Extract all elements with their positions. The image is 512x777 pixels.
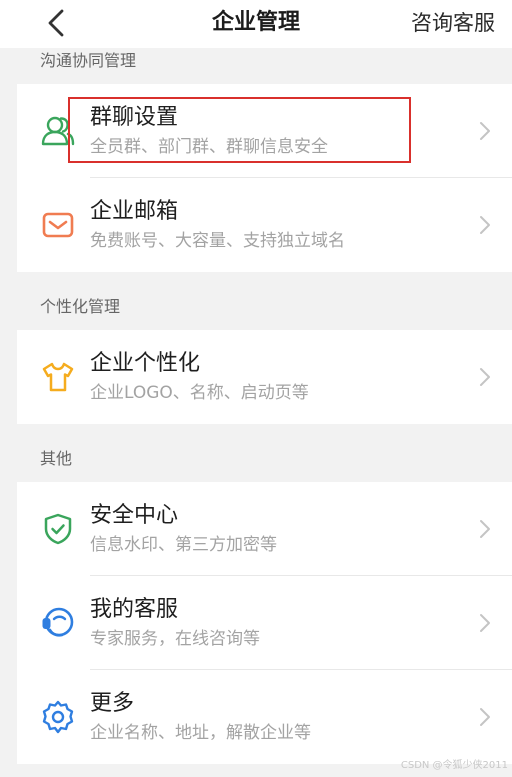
item-title: 安全中心	[90, 503, 179, 528]
list-item-enterprise-personalization[interactable]: 企业个性化 企业LOGO、名称、启动页等	[17, 330, 512, 424]
section-label-collaboration: 沟通协同管理	[40, 51, 137, 70]
chevron-right-icon	[480, 368, 490, 386]
card-other: 安全中心 信息水印、第三方加密等 我的客服 专家服务，在线咨询等 更多 企业名称…	[17, 482, 512, 764]
chevron-right-icon	[480, 122, 490, 140]
list-item-security-center[interactable]: 安全中心 信息水印、第三方加密等	[17, 482, 512, 576]
item-title: 企业个性化	[90, 351, 201, 376]
tshirt-icon	[42, 362, 74, 392]
chevron-right-icon	[480, 614, 490, 632]
chevron-right-icon	[480, 216, 490, 234]
watermark: CSDN @令狐少侠2011	[400, 760, 508, 771]
item-title: 更多	[90, 691, 135, 716]
item-subtitle: 信息水印、第三方加密等	[90, 535, 277, 555]
chevron-right-icon	[480, 520, 490, 538]
item-subtitle: 免费账号、大容量、支持独立域名	[90, 231, 345, 251]
highlight-annotation-box	[68, 97, 411, 163]
mail-icon	[42, 212, 74, 238]
card-personalization: 企业个性化 企业LOGO、名称、启动页等	[17, 330, 512, 424]
list-item-more[interactable]: 更多 企业名称、地址，解散企业等	[17, 670, 512, 764]
top-nav-bar: 企业管理 咨询客服	[0, 0, 512, 48]
item-subtitle: 企业名称、地址，解散企业等	[90, 723, 311, 743]
gear-icon	[42, 700, 74, 734]
item-title: 企业邮箱	[90, 199, 179, 224]
customer-service-link[interactable]: 咨询客服	[411, 8, 495, 38]
item-subtitle: 专家服务，在线咨询等	[90, 629, 260, 649]
list-item-enterprise-mail[interactable]: 企业邮箱 免费账号、大容量、支持独立域名	[17, 178, 512, 272]
customer-service-icon	[42, 607, 74, 637]
chevron-right-icon	[480, 708, 490, 726]
section-label-other: 其他	[40, 449, 73, 468]
item-subtitle: 企业LOGO、名称、启动页等	[90, 383, 309, 403]
item-title: 我的客服	[90, 597, 179, 622]
list-item-my-customer-service[interactable]: 我的客服 专家服务，在线咨询等	[17, 576, 512, 670]
section-label-personalization: 个性化管理	[40, 297, 121, 316]
shield-check-icon	[44, 513, 72, 545]
